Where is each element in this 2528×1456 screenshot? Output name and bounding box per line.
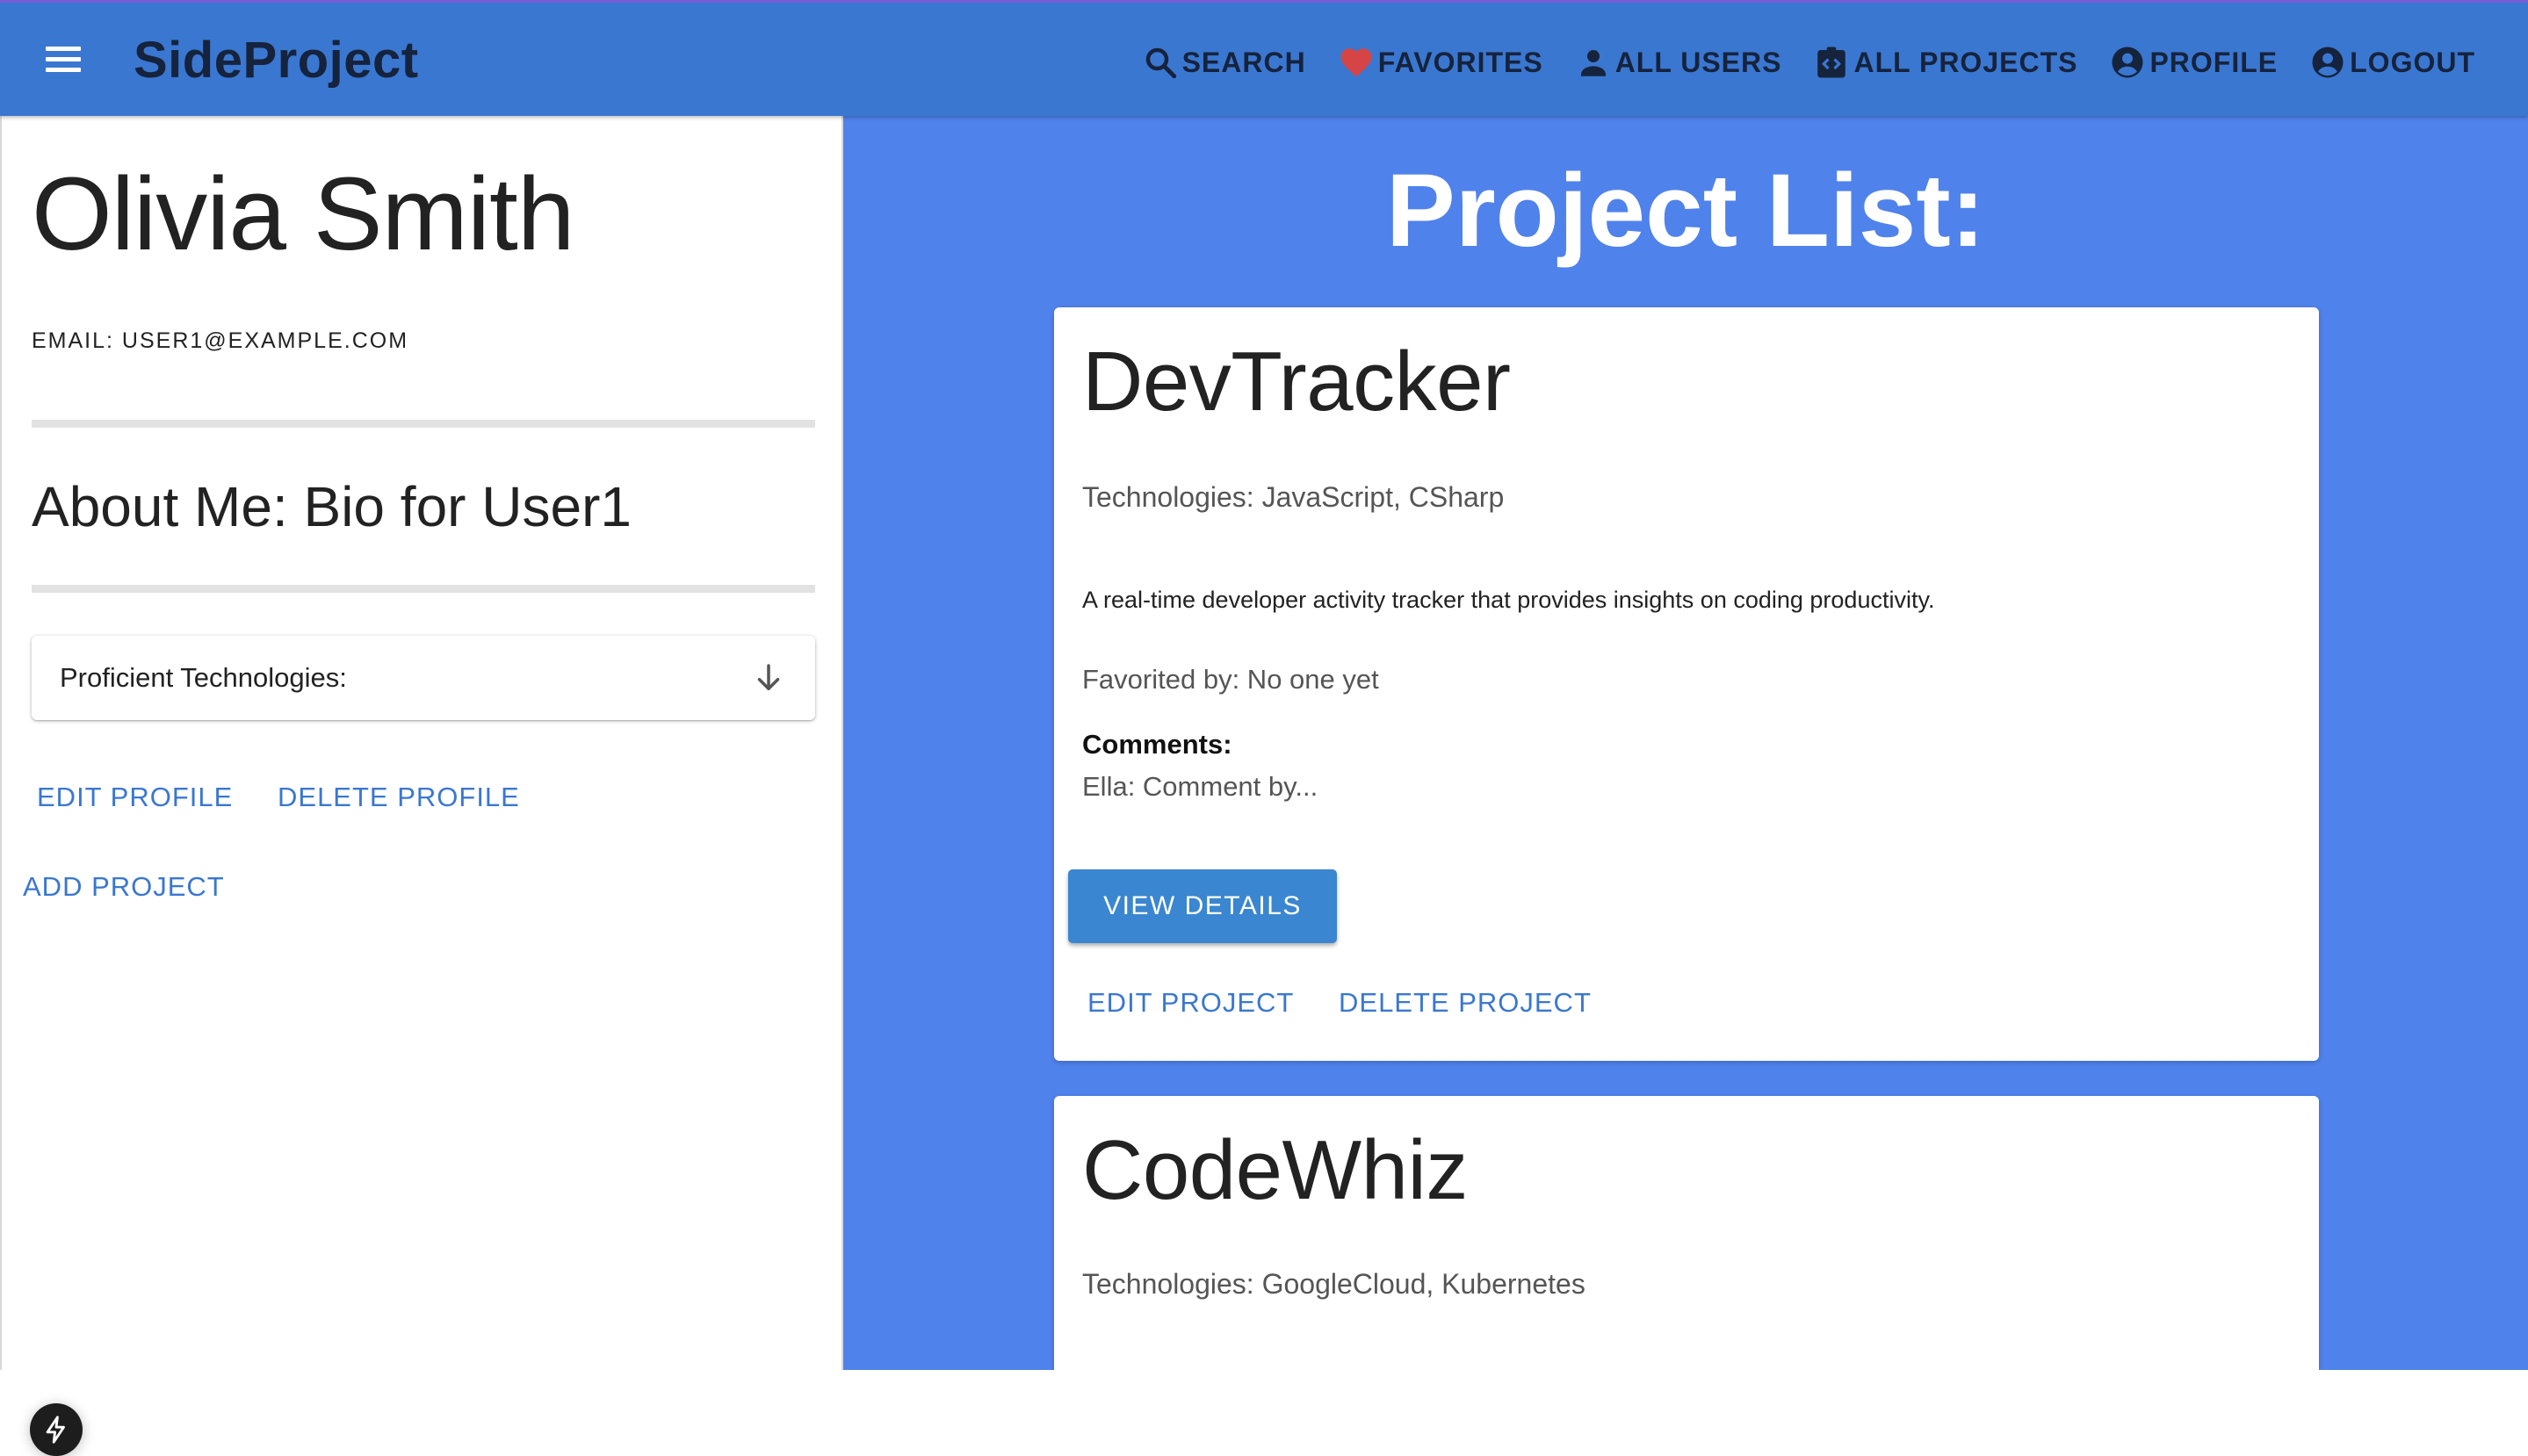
person-icon [1580,50,1606,76]
project-technologies: Technologies: GoogleCloud, Kubernetes [1082,1268,1585,1300]
lightning-bolt-icon [46,1416,65,1444]
nav-favorites[interactable]: FAVORITES [1338,44,1543,81]
nav-logout[interactable]: LOGOUT [2309,44,2475,81]
project-card: DevTracker Technologies: JavaScript, CSh… [1054,307,2319,1061]
nav-all-users[interactable]: ALL USERS [1575,44,1782,81]
profile-panel: Olivia Smith EMAIL: USER1@EXAMPLE.COM Ab… [0,116,843,1456]
edit-project-button[interactable]: EDIT PROJECT [1087,987,1294,1019]
nav-profile-label: PROFILE [2149,46,2279,78]
arrow-down-icon [757,664,780,690]
divider [32,420,815,428]
profile-email: EMAIL: USER1@EXAMPLE.COM [32,328,409,353]
nav-all-projects-label: ALL PROJECTS [1853,46,2078,78]
technologies-accordion[interactable]: Proficient Technologies: [32,636,815,720]
search-icon [1145,47,1176,79]
code-clipboard-icon [1817,47,1846,78]
nav-search-label: SEARCH [1181,46,1306,78]
comments-label: Comments: [1082,729,1232,760]
divider [32,585,815,593]
brand-title[interactable]: SideProject [134,31,419,90]
bolt-fab-button[interactable] [30,1403,83,1456]
delete-project-button[interactable]: DELETE PROJECT [1339,987,1592,1019]
account-circle-icon [2312,47,2344,78]
project-name: DevTracker [1082,335,1511,429]
nav-all-users-label: ALL USERS [1614,46,1782,78]
project-list-panel: Project List: DevTracker Technologies: J… [843,116,2528,1370]
view-details-button[interactable]: VIEW DETAILS [1068,869,1337,943]
project-favorited-by: Favorited by: No one yet [1082,664,1379,695]
nav-logout-label: LOGOUT [2350,46,2475,78]
nav-all-projects[interactable]: ALL PROJECTS [1813,44,2077,81]
account-circle-icon [2112,47,2143,78]
comment-item: Ella: Comment by... [1082,771,1318,802]
project-card: CodeWhiz Technologies: GoogleCloud, Kube… [1054,1096,2319,1370]
hamburger-menu-icon[interactable] [46,47,81,73]
profile-about: About Me: Bio for User1 [32,475,632,538]
technologies-label: Proficient Technologies: [60,662,347,693]
delete-profile-button[interactable]: DELETE PROFILE [278,782,520,813]
nav-profile[interactable]: PROFILE [2109,44,2278,81]
edit-profile-button[interactable]: EDIT PROFILE [37,782,233,813]
project-list-title: Project List: [1386,153,1985,269]
project-technologies: Technologies: JavaScript, CSharp [1082,481,1505,513]
nav-favorites-label: FAVORITES [1377,46,1543,78]
project-name: CodeWhiz [1082,1123,1468,1217]
top-nav: SEARCH FAVORITES ALL USERS ALL PROJECTS [1110,41,2475,83]
project-description: A real-time developer activity tracker t… [1082,587,1935,613]
add-project-button[interactable]: ADD PROJECT [23,871,225,903]
app-bar: SideProject SEARCH FAVORITES ALL USERS A… [0,0,2528,116]
heart-icon [1340,48,1372,77]
nav-search[interactable]: SEARCH [1142,44,1306,81]
profile-name: Olivia Smith [32,156,574,272]
